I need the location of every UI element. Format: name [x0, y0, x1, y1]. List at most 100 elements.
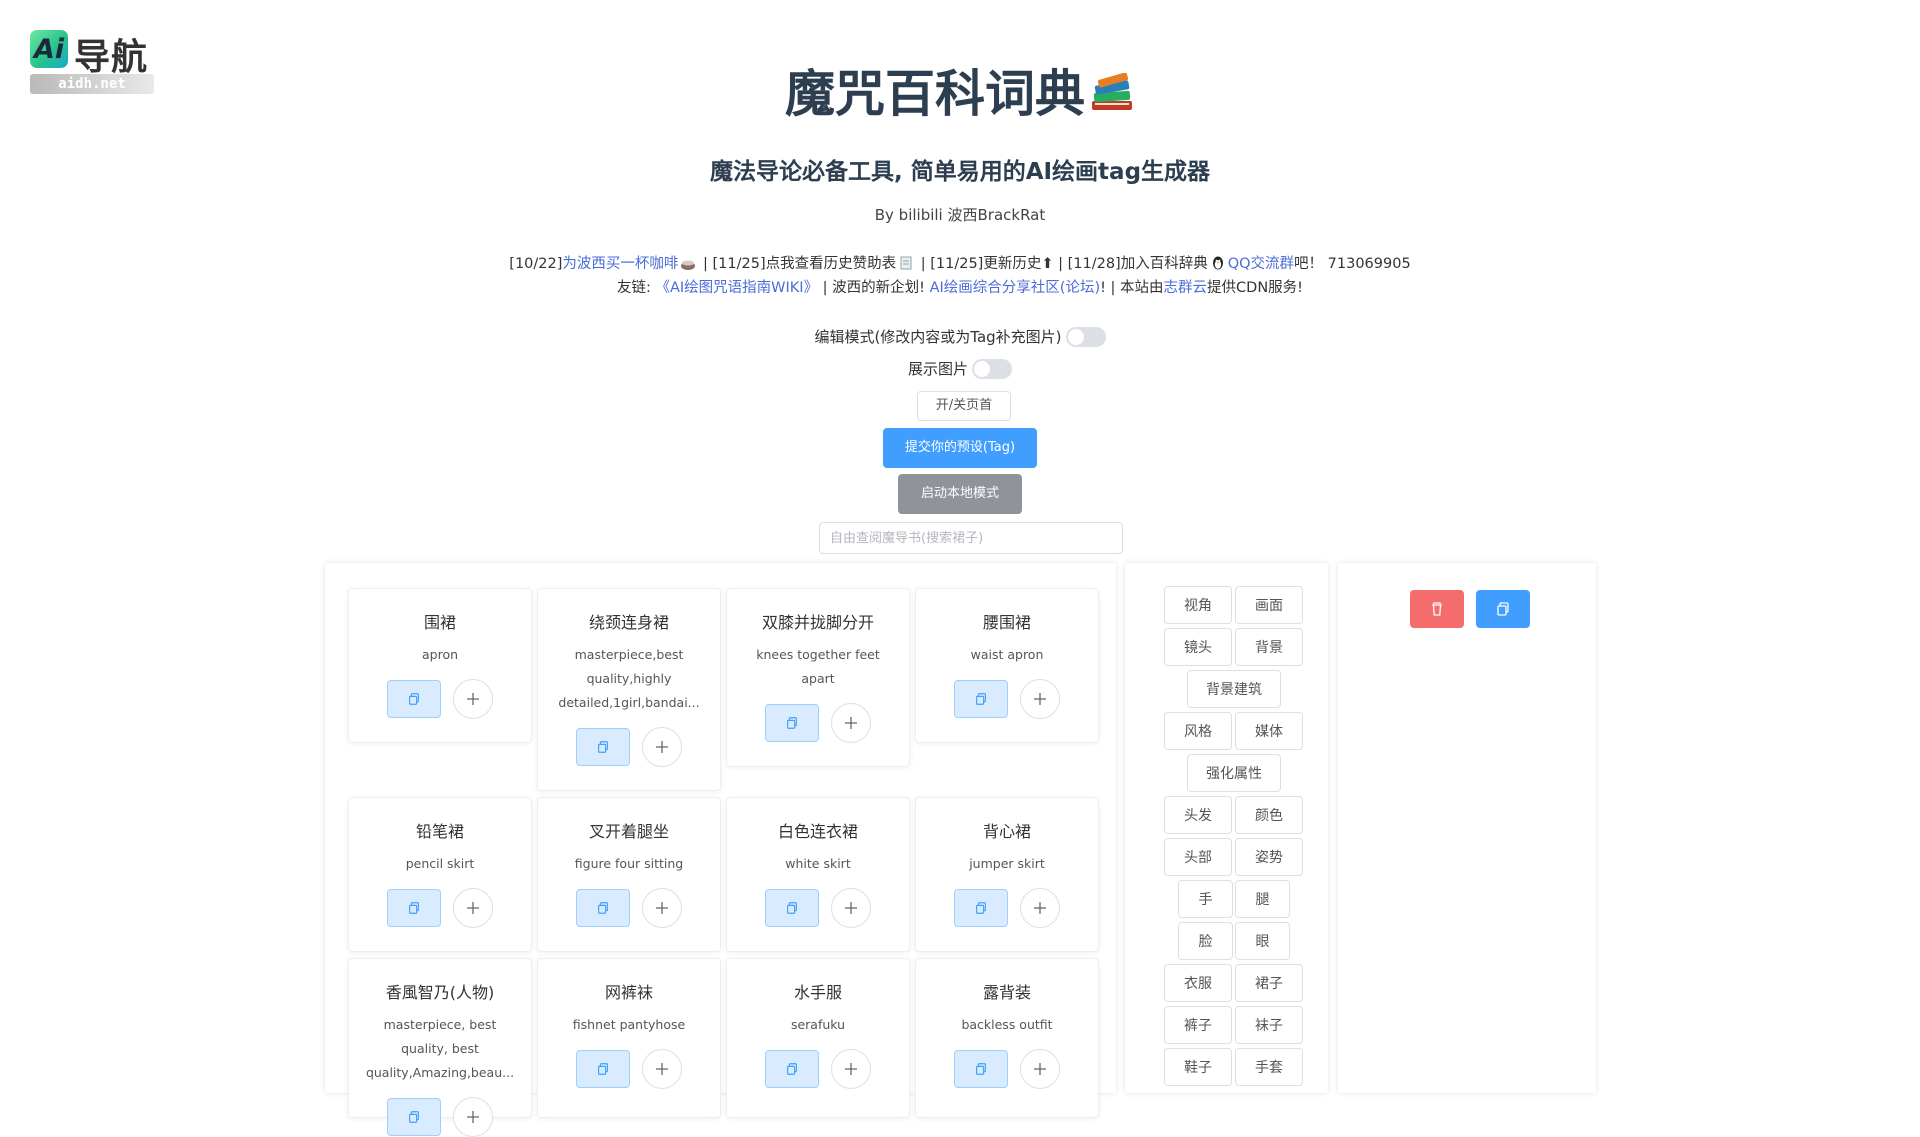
tag-card-name: 白色连衣裙 — [777, 822, 858, 841]
tag-card-actions — [349, 1097, 531, 1137]
copy-icon — [409, 693, 419, 705]
category-button[interactable]: 脸 — [1178, 922, 1233, 960]
category-button[interactable]: 眼 — [1235, 922, 1290, 960]
copy-button[interactable] — [765, 704, 819, 742]
category-button[interactable]: 头部 — [1164, 838, 1232, 876]
copy-button[interactable] — [765, 889, 819, 927]
add-button[interactable] — [453, 888, 493, 928]
add-button[interactable] — [831, 888, 871, 928]
copy-button[interactable] — [576, 889, 630, 927]
tag-card: 腰围裙 waist apron — [915, 588, 1099, 743]
copy-button[interactable] — [765, 1050, 819, 1088]
add-button[interactable] — [642, 1049, 682, 1089]
copy-icon — [787, 1063, 797, 1075]
copy-button[interactable] — [954, 889, 1008, 927]
show-images-switch[interactable] — [972, 359, 1012, 379]
penguin-icon — [1210, 254, 1226, 270]
tag-card-tags: figure four sitting — [574, 856, 684, 871]
category-button[interactable]: 强化属性 — [1187, 754, 1281, 792]
plus-icon — [656, 741, 668, 753]
category-button[interactable]: 裙子 — [1235, 964, 1303, 1002]
copy-icon — [409, 1111, 419, 1123]
tag-card: 铅笔裙 pencil skirt — [348, 797, 532, 952]
plus-icon — [656, 902, 668, 914]
news-text[interactable]: | [11/25]点我查看历史赞助表 — [698, 256, 896, 272]
cdn-link[interactable]: 志群云 — [1164, 280, 1208, 296]
category-button[interactable]: 袜子 — [1235, 1006, 1303, 1044]
add-button[interactable] — [1020, 679, 1060, 719]
category-button[interactable]: 头发 — [1164, 796, 1232, 834]
add-button[interactable] — [453, 679, 493, 719]
copy-button[interactable] — [954, 680, 1008, 718]
copy-button[interactable] — [954, 1050, 1008, 1088]
delete-button[interactable] — [1410, 590, 1464, 628]
show-images-row: 展示图片 — [0, 358, 1920, 379]
arrow-up-icon: ⬆ — [1041, 256, 1054, 272]
category-button[interactable]: 画面 — [1235, 586, 1303, 624]
tag-card-tags: fishnet pantyhose — [572, 1017, 686, 1032]
category-button[interactable]: 手 — [1178, 880, 1233, 918]
search-input[interactable] — [819, 522, 1123, 554]
copy-button[interactable] — [576, 728, 630, 766]
add-button[interactable] — [1020, 1049, 1060, 1089]
category-button[interactable]: 媒体 — [1235, 712, 1303, 750]
qq-group-link[interactable]: QQ交流群 — [1228, 256, 1294, 272]
plus-icon — [845, 902, 857, 914]
copy-button[interactable] — [387, 1098, 441, 1136]
submit-preset-button[interactable]: 提交你的预设(Tag) — [883, 428, 1037, 468]
wiki-link[interactable]: 《AI绘图咒语指南WIKI》 — [655, 280, 818, 296]
category-button[interactable]: 背景建筑 — [1187, 670, 1281, 708]
add-button[interactable] — [831, 703, 871, 743]
tag-card: 叉开着腿坐 figure four sitting — [537, 797, 721, 952]
edit-mode-switch[interactable] — [1065, 327, 1106, 347]
plus-icon — [1034, 902, 1046, 914]
category-button[interactable]: 风格 — [1164, 712, 1232, 750]
tag-card-actions — [727, 888, 909, 928]
show-images-label: 展示图片 — [907, 360, 968, 378]
category-button[interactable]: 腿 — [1235, 880, 1290, 918]
category-button[interactable]: 颜色 — [1235, 796, 1303, 834]
plus-icon — [467, 693, 479, 705]
tag-card-name: 叉开着腿坐 — [588, 822, 669, 841]
tag-card: 水手服 serafuku — [726, 958, 910, 1118]
category-button[interactable]: 裤子 — [1164, 1006, 1232, 1044]
add-button[interactable] — [453, 1097, 493, 1137]
category-button[interactable]: 手套 — [1235, 1048, 1303, 1086]
copy-button[interactable] — [387, 680, 441, 718]
add-button[interactable] — [642, 727, 682, 767]
category-button[interactable]: 衣服 — [1164, 964, 1232, 1002]
copy-all-button[interactable] — [1476, 590, 1530, 628]
tag-card-tags: pencil skirt — [405, 856, 475, 871]
news-line-2: 友链: 《AI绘图咒语指南WIKI》 | 波西的新企划! AI绘画综合分享社区(… — [0, 276, 1920, 300]
tag-card-name: 铅笔裙 — [415, 822, 464, 841]
news-text: 吧！ 713069905 — [1294, 256, 1411, 272]
news-text[interactable]: | [11/25]更新历史 — [916, 256, 1042, 272]
local-mode-button[interactable]: 启动本地模式 — [898, 474, 1022, 514]
add-button[interactable] — [831, 1049, 871, 1089]
tag-card-actions — [538, 1049, 720, 1089]
plus-icon — [467, 902, 479, 914]
category-button[interactable]: 鞋子 — [1164, 1048, 1232, 1086]
forum-link[interactable]: AI绘画综合分享社区(论坛) — [930, 280, 1101, 296]
news-text: | [11/28]加入百科辞典 — [1053, 256, 1208, 272]
plus-icon — [467, 1111, 479, 1123]
add-button[interactable] — [642, 888, 682, 928]
category-button[interactable]: 姿势 — [1235, 838, 1303, 876]
copy-icon — [1497, 602, 1509, 616]
tag-card-name: 围裙 — [423, 613, 456, 632]
copy-button[interactable] — [387, 889, 441, 927]
tag-card-actions — [727, 703, 909, 743]
add-button[interactable] — [1020, 888, 1060, 928]
copy-button[interactable] — [576, 1050, 630, 1088]
tag-card-actions — [538, 888, 720, 928]
tag-card: 香風智乃(人物) masterpiece, best quality, best … — [348, 958, 532, 1137]
tag-card-actions — [916, 679, 1098, 719]
copy-icon — [787, 717, 797, 729]
category-button[interactable]: 视角 — [1164, 586, 1232, 624]
category-button[interactable]: 镜头 — [1164, 628, 1232, 666]
category-button[interactable]: 背景 — [1235, 628, 1303, 666]
coffee-link[interactable]: 为波西买一杯咖啡 — [562, 256, 678, 272]
copy-icon — [976, 1063, 986, 1075]
news-text: 提供CDN服务! — [1207, 280, 1303, 296]
toggle-header-button[interactable]: 开/关页首 — [917, 391, 1011, 421]
